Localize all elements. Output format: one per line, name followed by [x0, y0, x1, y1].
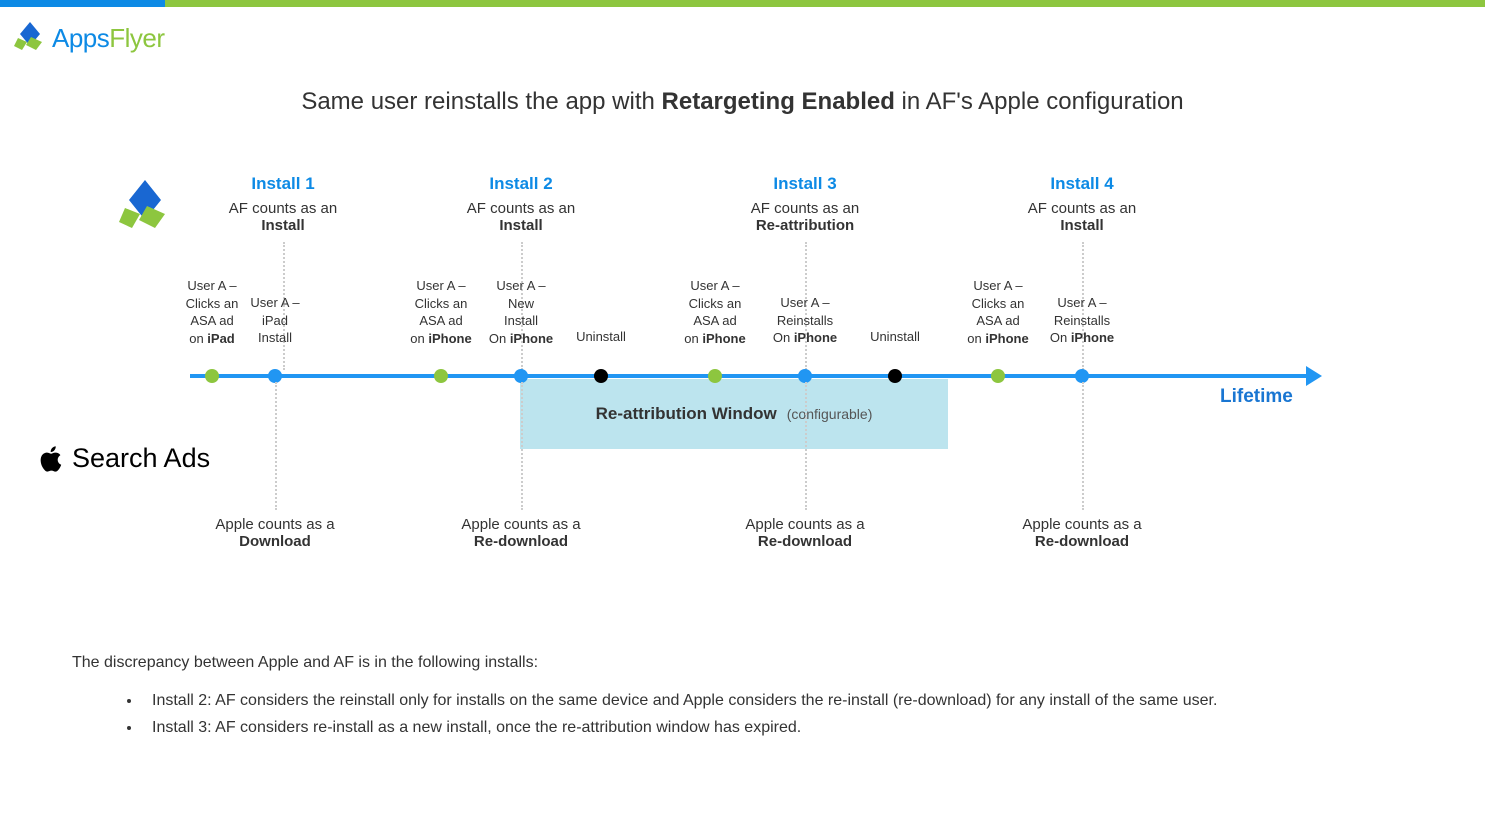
install-subtitle: AF counts as anRe-attribution — [715, 200, 895, 234]
timeline-dot-3 — [434, 369, 448, 383]
install-subtitle: AF counts as anInstall — [992, 200, 1172, 234]
timeline-dot-8 — [888, 369, 902, 383]
apple-search-ads-label: Search Ads — [38, 443, 210, 474]
appsflyer-mark-icon — [115, 178, 175, 232]
event-label-9: User A –Clicks anASA adon iPhone — [953, 277, 1043, 347]
footer-item-2: Install 3: AF considers re-install as a … — [142, 715, 1455, 741]
reattr-title: Re-attribution Window — [596, 404, 777, 424]
event-guide-line — [1082, 382, 1084, 510]
footer-explanation: The discrepancy between Apple and AF is … — [72, 650, 1455, 743]
appsflyer-logo-icon — [12, 20, 48, 56]
install-subtitle: AF counts as anInstall — [431, 200, 611, 234]
install-title: Install 3 — [715, 174, 895, 194]
install-header-1: Install 1 AF counts as anInstall — [193, 174, 373, 234]
timeline-dot-9 — [991, 369, 1005, 383]
install-title: Install 2 — [431, 174, 611, 194]
install-header-4: Install 4 AF counts as anInstall — [992, 174, 1172, 234]
timeline-dot-5 — [594, 369, 608, 383]
event-label-7: User A –ReinstallsOn iPhone — [760, 294, 850, 347]
reattribution-window-box: Re-attribution Window (configurable) — [520, 379, 948, 449]
event-label-10: User A –ReinstallsOn iPhone — [1037, 294, 1127, 347]
event-label-4: User A –NewInstallOn iPhone — [476, 277, 566, 347]
top-accent-bar — [0, 0, 1485, 7]
event-guide-line — [805, 382, 807, 510]
install-title: Install 1 — [193, 174, 373, 194]
timeline-dot-1 — [205, 369, 219, 383]
install-title: Install 4 — [992, 174, 1172, 194]
timeline-dot-4 — [514, 369, 528, 383]
event-label-6: User A –Clicks anASA adon iPhone — [670, 277, 760, 347]
event-label-8: Uninstall — [850, 328, 940, 346]
install-subtitle: AF counts as anInstall — [193, 200, 373, 234]
install-header-2: Install 2 AF counts as anInstall — [431, 174, 611, 234]
install-header-3: Install 3 AF counts as anRe-attribution — [715, 174, 895, 234]
timeline-dot-6 — [708, 369, 722, 383]
lifetime-label: Lifetime — [1220, 386, 1293, 408]
timeline-arrow-icon — [1306, 366, 1322, 386]
event-label-3: User A –Clicks anASA adon iPhone — [396, 277, 486, 347]
appsflyer-logo-text: AppsFlyer — [52, 23, 165, 54]
footer-item-1: Install 2: AF considers the reinstall on… — [142, 688, 1455, 714]
timeline-dot-2 — [268, 369, 282, 383]
event-guide-line — [275, 382, 277, 510]
apple-icon — [38, 444, 64, 474]
timeline-diagram: Install 1AF counts as anInstallInstall 2… — [0, 160, 1485, 560]
timeline-axis — [190, 374, 1310, 378]
event-guide-line — [521, 382, 523, 510]
apple-count-2: Apple counts as aDownload — [185, 516, 365, 550]
apple-count-7: Apple counts as aRe-download — [715, 516, 895, 550]
timeline-dot-10 — [1075, 369, 1089, 383]
apple-count-10: Apple counts as aRe-download — [992, 516, 1172, 550]
timeline-dot-7 — [798, 369, 812, 383]
reattr-note: (configurable) — [787, 406, 873, 422]
apple-count-4: Apple counts as aRe-download — [431, 516, 611, 550]
appsflyer-logo: AppsFlyer — [12, 20, 165, 56]
footer-intro: The discrepancy between Apple and AF is … — [72, 650, 1455, 676]
page-title: Same user reinstalls the app with Retarg… — [0, 88, 1485, 116]
event-label-5: Uninstall — [556, 328, 646, 346]
event-label-2: User A –iPadInstall — [230, 294, 320, 347]
